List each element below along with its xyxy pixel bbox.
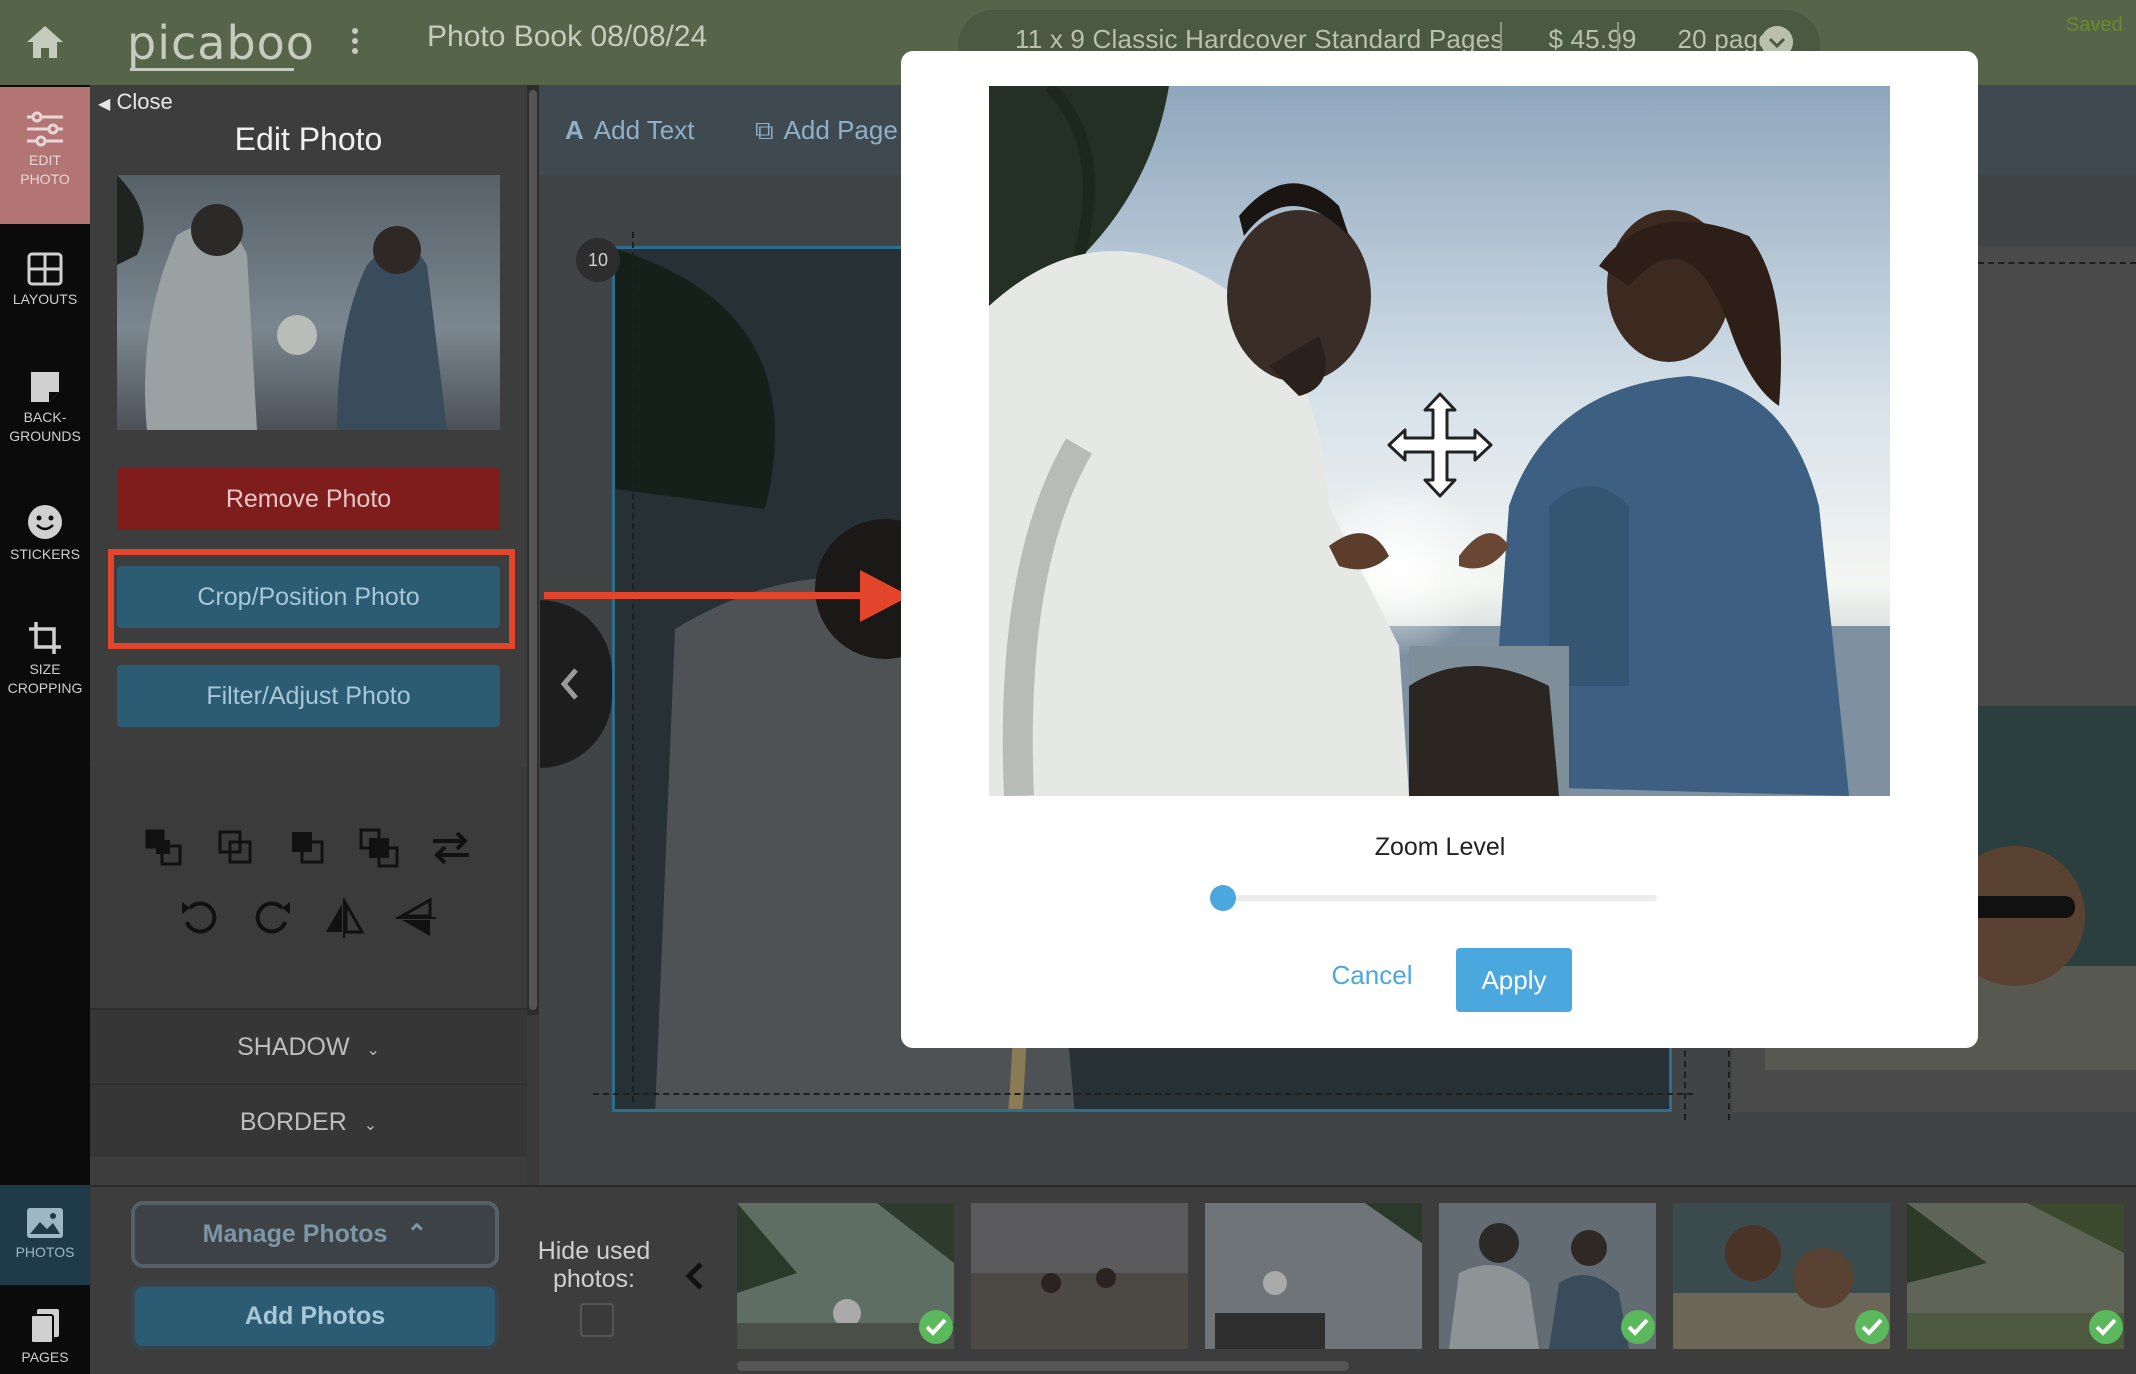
filter-adjust-photo-button[interactable]: Filter/Adjust Photo — [117, 665, 500, 727]
photo-thumbnail[interactable] — [1439, 1203, 1656, 1349]
smiley-icon — [28, 505, 62, 539]
used-check-icon — [1621, 1310, 1655, 1344]
bleed-guide — [1728, 1040, 1730, 1120]
hide-used-line: photos: — [552, 1265, 635, 1293]
page-number-badge: 10 — [576, 238, 620, 282]
swap-icon[interactable] — [429, 826, 473, 870]
chevron-up-icon: ⌃ — [406, 1220, 428, 1248]
remove-photo-button[interactable]: Remove Photo — [117, 468, 500, 530]
add-page-icon: ⧉ — [755, 115, 774, 145]
pages-icon — [30, 1309, 59, 1344]
bring-forward-icon[interactable] — [286, 826, 330, 870]
grid-icon — [27, 252, 63, 286]
product-price: $ 45.99 — [1548, 24, 1637, 54]
rail-label: STICKERS — [9, 546, 80, 562]
text-icon: A — [565, 115, 584, 145]
photo-icon — [27, 1208, 63, 1238]
add-text-button[interactable]: A Add Text — [565, 115, 694, 146]
rail-edit-photo[interactable]: EDIT PHOTO — [0, 87, 90, 224]
shadow-label: SHADOW — [237, 1033, 350, 1061]
book-title[interactable]: Photo Book 08/08/24 — [427, 20, 707, 54]
rail-pages[interactable]: PAGES — [0, 1308, 90, 1374]
rail-label: CROPPING — [7, 680, 83, 696]
used-check-icon — [2089, 1310, 2123, 1344]
tutorial-highlight — [108, 549, 515, 649]
home-icon[interactable] — [24, 22, 66, 62]
logo-underline — [130, 68, 294, 71]
rotate-right-icon[interactable] — [250, 896, 294, 940]
send-backward-icon[interactable] — [214, 826, 258, 870]
chevron-left-icon — [560, 668, 578, 700]
manage-photos-label: Manage Photos — [202, 1220, 388, 1248]
bleed-guide — [593, 1093, 1693, 1095]
rail-label: BACK- — [23, 409, 67, 425]
used-check-icon — [1855, 1310, 1889, 1344]
hide-used-label: Hide used photos: — [530, 1237, 658, 1293]
rail-label: GROUNDS — [9, 428, 81, 444]
border-label: BORDER — [239, 1108, 347, 1136]
kebab-menu-icon[interactable] — [350, 26, 360, 56]
rail-label: EDIT — [29, 152, 61, 168]
selected-photo-thumbnail — [117, 175, 500, 430]
rail-label: SIZE — [29, 661, 61, 677]
chevron-down-icon: ⌄ — [366, 1042, 380, 1059]
tutorial-arrow — [544, 592, 864, 599]
shadow-accordion[interactable]: SHADOW ⌄ — [90, 1008, 527, 1082]
rail-stickers[interactable]: STICKERS — [0, 503, 90, 573]
rail-label: PHOTO — [20, 171, 70, 187]
rail-label: LAYOUTS — [12, 291, 78, 307]
sliders-icon — [27, 111, 63, 147]
flip-vertical-icon[interactable] — [394, 896, 438, 940]
manage-photos-button[interactable]: Manage Photos ⌃ — [131, 1201, 499, 1268]
bleed-guide — [1684, 1040, 1686, 1120]
add-photos-button[interactable]: Add Photos — [131, 1283, 499, 1350]
save-status: Saved — [2066, 14, 2123, 36]
product-name: 11 x 9 Classic Hardcover Standard Pages — [1015, 24, 1504, 54]
bring-to-front-icon[interactable] — [357, 826, 401, 870]
collapse-panel-tab[interactable] — [540, 600, 612, 768]
rotate-left-icon[interactable] — [178, 896, 222, 940]
photo-thumbnail[interactable] — [1907, 1203, 2124, 1349]
rail-backgrounds[interactable]: BACK- GROUNDS — [0, 370, 90, 460]
flip-horizontal-icon[interactable] — [322, 896, 366, 940]
add-text-label: Add Text — [593, 115, 695, 145]
rail-layouts[interactable]: LAYOUTS — [0, 252, 90, 322]
panel-title: Edit Photo — [234, 121, 383, 157]
add-page-button[interactable]: ⧉ Add Page — [755, 115, 898, 147]
border-accordion[interactable]: BORDER ⌄ — [90, 1083, 527, 1157]
used-check-icon — [919, 1310, 953, 1344]
hide-used-line: Hide used — [537, 1237, 651, 1265]
photo-thumbnail[interactable] — [1673, 1203, 1890, 1349]
apply-button[interactable]: Apply — [1456, 948, 1572, 1012]
photo-thumbnail[interactable] — [971, 1203, 1188, 1349]
zoom-slider-handle[interactable] — [1210, 885, 1236, 911]
rail-label: PHOTOS — [15, 1244, 75, 1260]
rail-label: PAGES — [21, 1349, 69, 1365]
send-to-back-icon[interactable] — [142, 826, 186, 870]
rail-photos[interactable]: PHOTOS — [0, 1185, 90, 1285]
zoom-level-label: Zoom Level — [1374, 833, 1506, 861]
bleed-guide — [632, 232, 634, 1102]
scroll-left-icon[interactable] — [683, 1260, 707, 1292]
crop-icon — [29, 622, 61, 654]
caret-left-icon: ◀ — [98, 96, 111, 113]
zoom-slider-track[interactable] — [1214, 895, 1657, 901]
close-label: Close — [116, 89, 173, 114]
cancel-button[interactable]: Cancel — [1312, 960, 1432, 991]
photo-thumbnail[interactable] — [737, 1203, 954, 1349]
bleed-guide — [1978, 262, 2136, 264]
panel-scroll-thumb[interactable] — [529, 90, 537, 1010]
tray-scrollbar[interactable] — [737, 1361, 1349, 1371]
move-icon — [1387, 392, 1493, 498]
chevron-down-icon: ⌄ — [363, 1117, 378, 1134]
photo-thumbnail[interactable] — [1205, 1203, 1422, 1349]
hide-used-checkbox[interactable] — [580, 1303, 614, 1337]
background-icon — [31, 372, 59, 402]
rail-size-cropping[interactable]: SIZE CROPPING — [0, 620, 90, 710]
add-page-label: Add Page — [783, 115, 898, 145]
close-link[interactable]: ◀ Close — [98, 89, 173, 115]
